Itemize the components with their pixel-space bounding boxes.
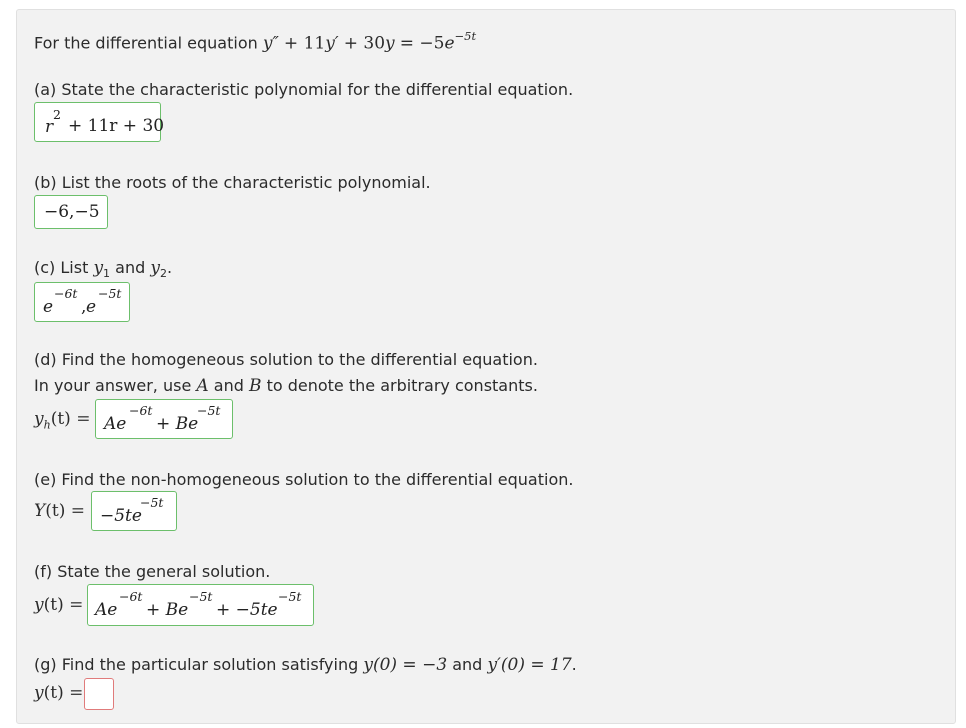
part-g-label: y(t) =: [34, 683, 84, 703]
part-b-prompt: (b) List the roots of the characteristic…: [34, 173, 431, 192]
part-a-prompt: (a) State the characteristic polynomial …: [34, 80, 574, 99]
part-c-answer-box[interactable]: e −6t , e −5t: [34, 282, 130, 322]
part-g-prompt: (g) Find the particular solution satisfy…: [34, 655, 577, 675]
part-b-answer-box[interactable]: −6,−5: [34, 195, 108, 229]
part-g-answer-input[interactable]: [84, 678, 114, 710]
part-d-prompt: (d) Find the homogeneous solution to the…: [34, 350, 538, 369]
part-e-prompt: (e) Find the non-homogeneous solution to…: [34, 470, 574, 489]
part-d-prompt-2: In your answer, use A and B to denote th…: [34, 376, 538, 396]
part-f-prompt: (f) State the general solution.: [34, 562, 271, 581]
question-panel: For the differential equation y″ + 11y′ …: [16, 9, 956, 724]
part-e-answer-box[interactable]: −5te −5t: [91, 491, 177, 531]
part-a-answer-box[interactable]: r 2 + 11r + 30: [34, 102, 164, 142]
part-c-prompt: (c) List y1 and y2.: [34, 258, 173, 281]
part-f-label: y(t) =: [34, 595, 84, 615]
part-f-answer-box[interactable]: Ae −6t + Be −5t + −5te −5t: [87, 584, 314, 626]
question-intro: For the differential equation y″ + 11y′ …: [34, 29, 477, 54]
part-d-answer-box[interactable]: Ae −6t + Be −5t: [95, 399, 233, 439]
part-d-label: yh(t) =: [34, 409, 91, 432]
part-e-label: Y(t) =: [34, 501, 85, 521]
